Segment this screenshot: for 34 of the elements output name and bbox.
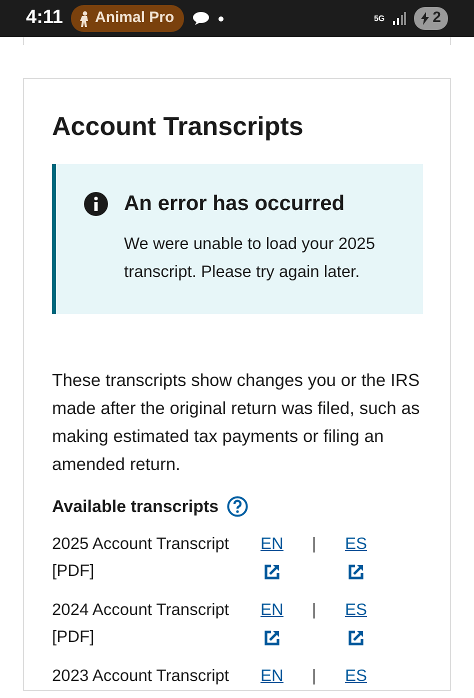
language-link[interactable]: ES [344,531,367,558]
intro-paragraph: These transcripts show changes you or the IRS made after the original return was filed, such as making estimated tax payments or filing an amended return. [52,368,421,476]
charging-bolt-icon [420,12,429,25]
battery-level: 2 [432,8,441,28]
separator: | [312,601,316,620]
transcript-name: 2025 Account Transcript [52,534,230,556]
transcript-name: 2023 Account Transcript [52,666,230,688]
external-link-icon[interactable] [263,562,281,581]
alert-message: We were unable to load your 2025 transcript. Please try again later. [124,234,376,283]
info-icon [84,192,108,216]
app-chip[interactable]: Animal Pro [70,5,184,32]
app-name: Animal Pro [94,8,174,28]
help-icon[interactable] [226,496,248,517]
language-link[interactable]: EN [260,597,284,624]
language-link[interactable]: ES [344,597,367,624]
external-link-icon[interactable] [347,628,365,647]
person-icon [78,10,91,26]
signal-icon [392,12,406,25]
transcript-name: 2024 Account Transcript [52,600,230,622]
file-format: [PDF] [52,561,96,582]
language-link[interactable]: EN [260,663,284,690]
separator: | [312,535,316,554]
card-title: Account Transcripts [52,111,304,142]
language-link[interactable]: EN [260,531,284,558]
external-link-icon[interactable] [263,628,281,647]
section-heading: Available transcripts [52,496,219,518]
network-type: 5G [374,14,385,22]
external-link-icon[interactable] [347,562,365,581]
alert-heading: An error has occurred [124,191,345,218]
language-link[interactable]: ES [344,663,367,690]
file-format: [PDF] [52,627,96,648]
dot-icon [218,16,224,22]
separator: | [312,667,316,686]
clock: 4:11 [26,6,63,30]
